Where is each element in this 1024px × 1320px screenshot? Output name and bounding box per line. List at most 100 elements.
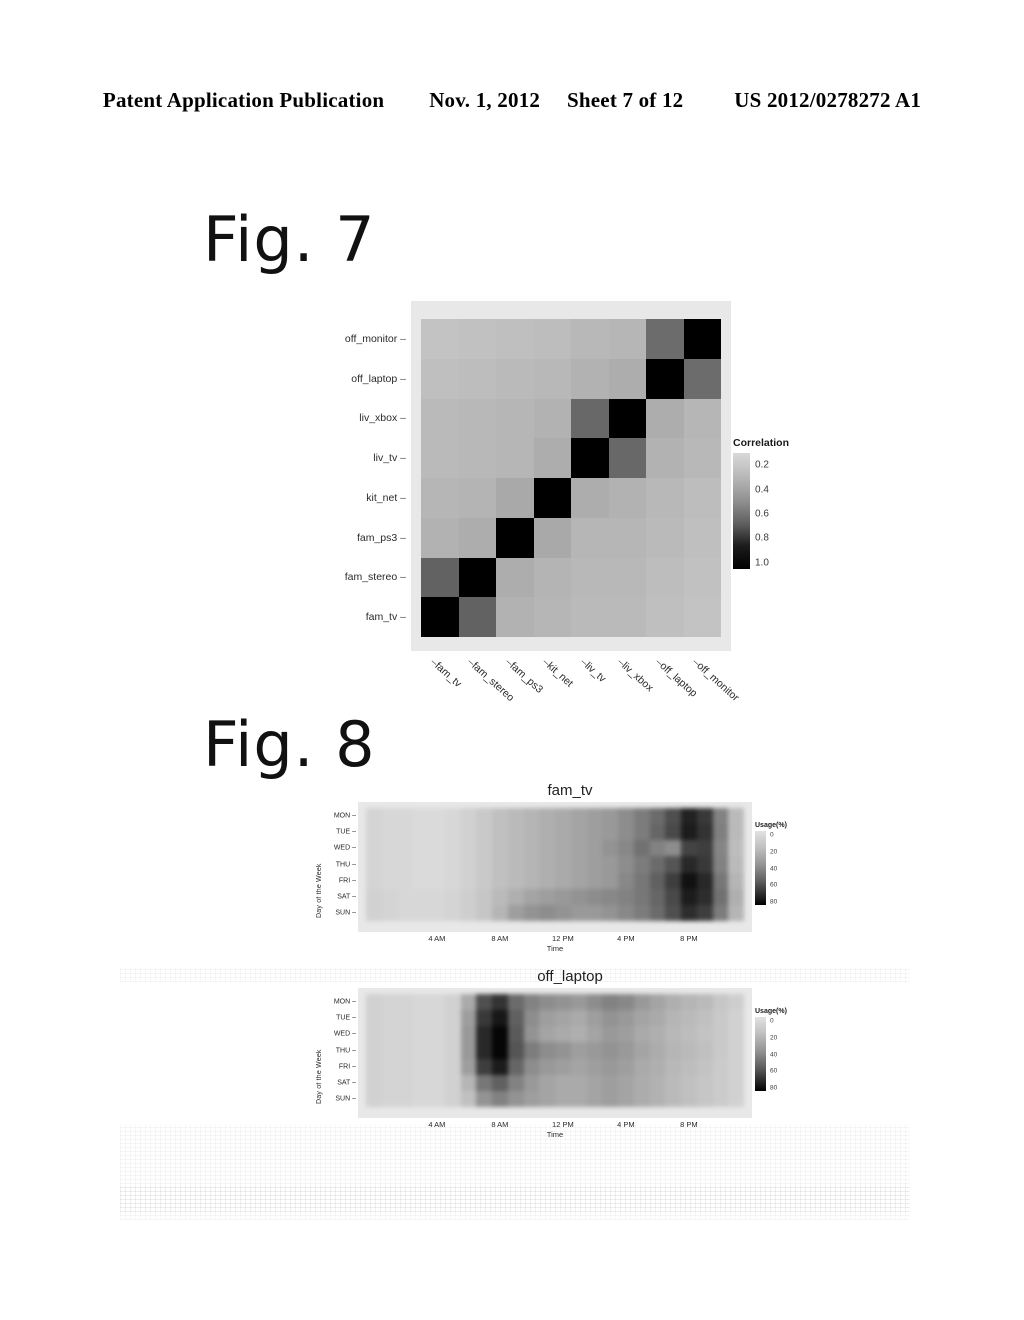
usage-heatmap-cell [649,824,666,841]
usage-y-tick: SUN [335,1095,356,1102]
usage-heatmap-cell [649,1026,666,1043]
usage-heatmap-cell [555,856,571,873]
correlation-cell [571,478,609,518]
usage-heatmap-row [366,840,744,857]
usage-x-tick: 8 AM [491,1120,509,1129]
usage-heatmap-cell [618,1090,634,1107]
usage-heatmap-cell [523,1074,540,1091]
correlation-cell [496,517,534,558]
usage-heatmap-cell [602,1010,618,1027]
offlaptop-y-ticks: MON TUE WED THU FRI SAT SUN [322,994,356,1107]
usage-heatmap-cell [397,888,414,905]
usage-x-tick: 8 AM [491,934,509,943]
correlation-cell [608,517,646,558]
usage-heatmap-cell [555,840,571,857]
usage-heatmap-cell [507,1074,524,1091]
usage-heatmap-cell [523,1042,540,1059]
usage-heatmap-cell [539,994,555,1011]
usage-heatmap-cell [381,994,398,1011]
usage-heatmap-cell [649,994,666,1011]
correlation-cell [683,597,721,637]
usage-y-tick: TUE [336,829,356,836]
correlation-cell [683,517,721,558]
correlation-cell [458,319,496,359]
usage-heatmap-cell [476,1074,492,1091]
usage-heatmap-cell [523,872,540,889]
usage-heatmap-cell [649,1010,666,1027]
offlaptop-colorbar [755,1017,766,1091]
usage-heatmap-cell [602,872,618,889]
usage-heatmap-cell [429,994,445,1011]
usage-heatmap-cell [523,840,540,857]
usage-heatmap-cell [712,904,729,921]
usage-heatmap-cell [633,904,650,921]
usage-heatmap-cell [570,1090,587,1107]
usage-heatmap-cell [555,1074,571,1091]
correlation-cell [421,319,459,359]
usage-heatmap-cell [712,1090,729,1107]
usage-heatmap-cell [460,1042,477,1059]
usage-heatmap-cell [476,840,492,857]
correlation-cell [533,517,571,558]
usage-heatmap-cell [539,872,555,889]
usage-heatmap-cell [681,840,697,857]
usage-heatmap-cell [555,904,571,921]
usage-heatmap-cell [728,840,744,857]
usage-y-tick: WED [334,1031,356,1038]
usage-heatmap-cell [366,1042,382,1059]
usage-heatmap-cell [649,1090,666,1107]
usage-heatmap-cell [681,904,697,921]
usage-heatmap-cell [681,856,697,873]
usage-heatmap-cell [602,994,618,1011]
usage-heatmap-row [366,1042,744,1059]
usage-heatmap-cell [570,824,587,841]
usage-y-tick: THU [336,1047,356,1054]
usage-heatmap-cell [665,1026,681,1043]
usage-heatmap-cell [602,1090,618,1107]
usage-heatmap-cell [570,904,587,921]
usage-heatmap-cell [444,856,461,873]
usage-heatmap-row [366,824,744,841]
usage-heatmap-cell [429,840,445,857]
scan-texture-band [120,1186,910,1212]
correlation-cell [458,517,496,558]
usage-heatmap-cell [555,994,571,1011]
usage-x-tick: 12 PM [552,1120,574,1129]
usage-heatmap-cell [586,1058,603,1075]
usage-legend-tick: 80 [770,898,778,906]
usage-heatmap-cell [665,1042,681,1059]
usage-heatmap-cell [602,824,618,841]
correlation-x-label: liv_tv [578,656,608,685]
correlation-cell [571,398,609,439]
usage-heatmap-cell [507,808,524,825]
correlation-cell [646,438,684,478]
usage-legend-tick: 40 [770,865,778,873]
usage-heatmap-cell [586,872,603,889]
usage-heatmap-cell [712,1042,729,1059]
usage-heatmap-cell [397,1090,414,1107]
usage-heatmap-cell [413,888,429,905]
usage-heatmap-cell [381,1026,398,1043]
usage-heatmap-cell [460,840,477,857]
usage-heatmap-cell [555,1010,571,1027]
usage-heatmap-cell [555,1026,571,1043]
usage-heatmap-cell [618,1026,634,1043]
usage-heatmap-cell [476,872,492,889]
usage-heatmap-cell [586,808,603,825]
usage-heatmap-cell [618,1058,634,1075]
usage-heatmap-cell [696,808,713,825]
usage-heatmap-cell [429,1026,445,1043]
usage-heatmap-cell [633,840,650,857]
usage-heatmap-cell [665,872,681,889]
usage-heatmap-cell [649,1058,666,1075]
usage-heatmap-cell [492,994,508,1011]
usage-heatmap-cell [649,808,666,825]
usage-heatmap-cell [681,1042,697,1059]
usage-heatmap-cell [507,888,524,905]
usage-heatmap-cell [366,1074,382,1091]
figure-8-label: Fig. 8 [203,708,376,781]
usage-heatmap-cell [570,872,587,889]
usage-heatmap-cell [429,1090,445,1107]
correlation-cell [496,358,534,399]
usage-heatmap-cell [728,1026,744,1043]
